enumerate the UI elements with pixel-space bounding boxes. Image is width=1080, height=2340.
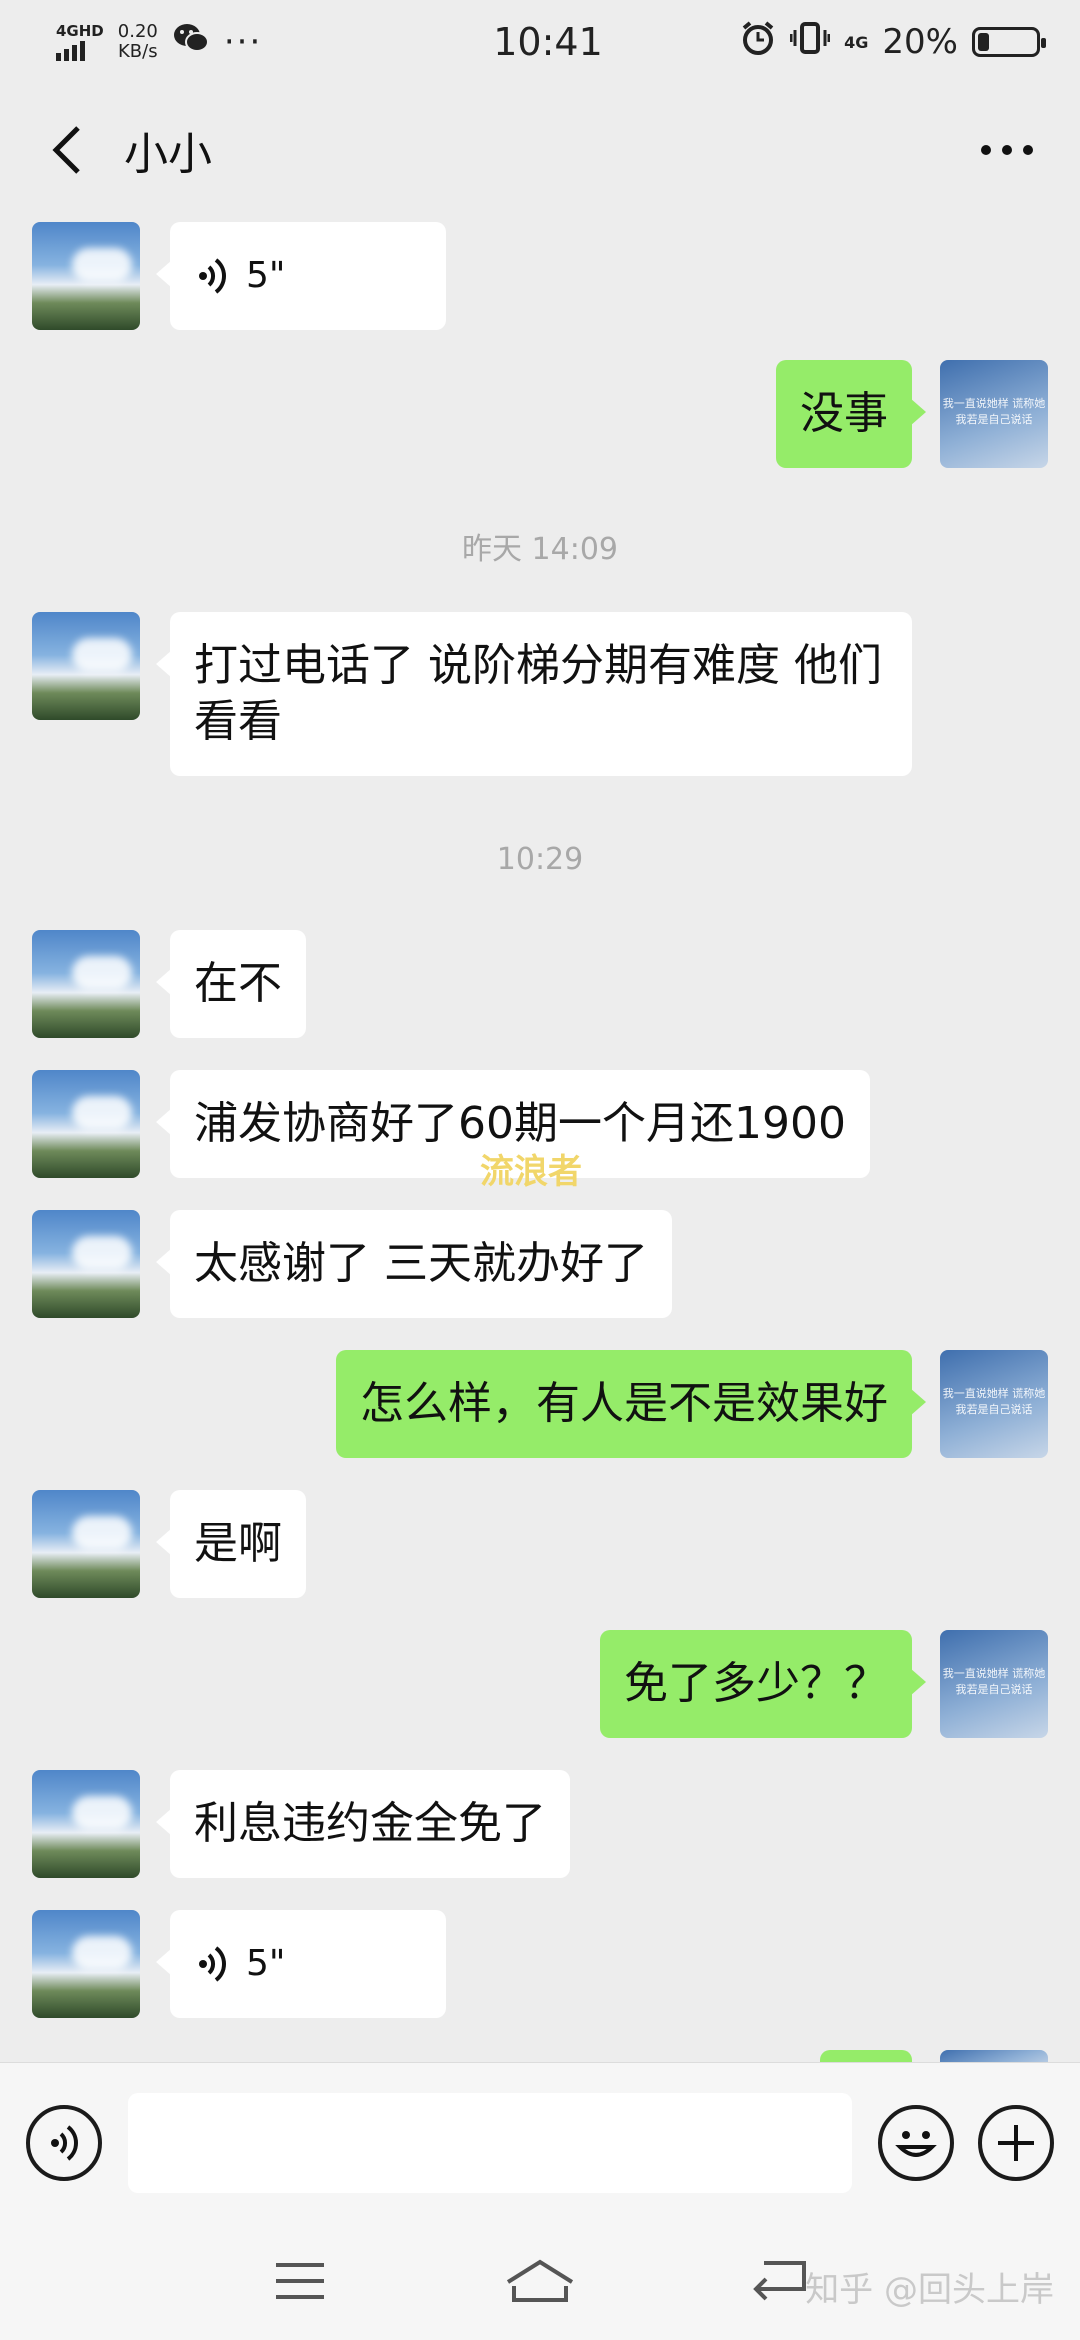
- battery-level-fill: [978, 33, 990, 51]
- back-button[interactable]: [28, 110, 108, 190]
- status-bar: 4GHD 0.20 KB/s ··· 10:41 4G 20%: [0, 0, 1080, 84]
- contact-avatar[interactable]: [32, 222, 140, 330]
- message-bubble-partial[interactable]: [820, 2050, 912, 2062]
- more-dots-icon: [981, 145, 1033, 155]
- message-row: 5": [0, 1910, 1080, 2020]
- message-bubble[interactable]: 利息违约金全免了: [156, 1770, 570, 1878]
- voice-wave-icon: [199, 1946, 226, 1982]
- chat-watermark: 流浪者: [480, 1152, 582, 1192]
- my-avatar[interactable]: 我一直说她样 谎称她我若是自己说话: [940, 360, 1048, 468]
- my-avatar[interactable]: [940, 2050, 1048, 2062]
- battery-percent: 20%: [882, 22, 958, 62]
- message-list[interactable]: 5" 没事 我一直说她样 谎称她我若是自己说话 昨天 14:09 打过电话了 说…: [0, 216, 1080, 2062]
- message-input[interactable]: [128, 2092, 852, 2193]
- home-icon: [506, 2259, 574, 2302]
- message-bubble[interactable]: 是啊: [156, 1490, 306, 1598]
- network-speed: 0.20 KB/s: [118, 22, 158, 62]
- message-row: 太感谢了 三天就办好了: [0, 1210, 1080, 1320]
- wechat-icon: [172, 21, 210, 64]
- message-row: 在不: [0, 930, 1080, 1040]
- contact-avatar[interactable]: [32, 1770, 140, 1878]
- message-bubble[interactable]: 免了多少？？: [600, 1630, 926, 1738]
- my-avatar[interactable]: 我一直说她样 谎称她我若是自己说话: [940, 1630, 1048, 1738]
- voice-wave-icon: [199, 258, 226, 294]
- signal-bars-icon: [56, 39, 104, 61]
- message-bubble[interactable]: 没事: [776, 360, 926, 468]
- voice-duration: 5": [246, 1943, 286, 1984]
- chevron-left-icon: [52, 126, 80, 174]
- status-right: 4G 20%: [680, 20, 1046, 65]
- clock: 10:41: [493, 20, 603, 64]
- voice-input-button[interactable]: [26, 2104, 102, 2181]
- network-label: 4GHD: [56, 22, 104, 40]
- voice-duration: 5": [246, 255, 286, 296]
- network-indicator: 4GHD: [56, 23, 104, 61]
- chat-header: 小小: [0, 84, 1080, 216]
- message-bubble[interactable]: 打过电话了 说阶梯分期有难度 他们看看: [156, 612, 912, 776]
- message-row-partial: [0, 2050, 1080, 2062]
- more-functions-button[interactable]: [978, 2104, 1054, 2181]
- menu-icon: [276, 2263, 324, 2299]
- timestamp: 10:29: [496, 842, 584, 877]
- more-options-button[interactable]: [962, 110, 1052, 190]
- plus-icon: [998, 2124, 1034, 2161]
- speed-unit: KB/s: [118, 41, 158, 62]
- voice-icon: [51, 2124, 78, 2161]
- vibrate-icon: [789, 20, 831, 65]
- watermark: 知乎 @回头上岸: [805, 2270, 1054, 2310]
- message-row: 没事 我一直说她样 谎称她我若是自己说话: [0, 360, 1080, 470]
- speed-value: 0.20: [117, 21, 158, 42]
- home-nav-button[interactable]: [500, 2251, 580, 2311]
- alarm-icon: [740, 20, 776, 65]
- more-notifications-icon: ···: [223, 22, 263, 62]
- message-row: 是啊: [0, 1490, 1080, 1600]
- timestamp: 昨天 14:09: [462, 532, 618, 567]
- contact-avatar[interactable]: [32, 1070, 140, 1178]
- emoji-icon: [895, 2130, 937, 2157]
- my-avatar[interactable]: 我一直说她样 谎称她我若是自己说话: [940, 1350, 1048, 1458]
- battery-icon: [972, 27, 1046, 57]
- menu-nav-button[interactable]: [260, 2251, 340, 2311]
- contact-avatar[interactable]: [32, 612, 140, 720]
- message-bubble[interactable]: 在不: [156, 930, 306, 1038]
- message-row: 5": [0, 220, 1080, 330]
- message-row: 免了多少？？ 我一直说她样 谎称她我若是自己说话: [0, 1630, 1080, 1740]
- contact-avatar[interactable]: [32, 1210, 140, 1318]
- contact-avatar[interactable]: [32, 930, 140, 1038]
- message-bubble[interactable]: 太感谢了 三天就办好了: [156, 1210, 672, 1318]
- input-bar: [0, 2062, 1080, 2222]
- voice-message-bubble[interactable]: 5": [156, 222, 446, 330]
- voice-message-bubble[interactable]: 5": [156, 1910, 446, 2018]
- message-row: 怎么样，有人是不是效果好 我一直说她样 谎称她我若是自己说话: [0, 1350, 1080, 1460]
- signal-type: 4G: [844, 32, 869, 52]
- message-bubble[interactable]: 怎么样，有人是不是效果好: [336, 1350, 926, 1458]
- message-row: 利息违约金全免了: [0, 1770, 1080, 1880]
- chat-title: 小小: [124, 129, 212, 180]
- emoji-button[interactable]: [878, 2104, 954, 2181]
- return-icon: [753, 2261, 806, 2301]
- message-row: 打过电话了 说阶梯分期有难度 他们看看: [0, 612, 1080, 782]
- contact-avatar[interactable]: [32, 1910, 140, 2018]
- status-left: 4GHD 0.20 KB/s ···: [56, 21, 416, 64]
- contact-avatar[interactable]: [32, 1490, 140, 1598]
